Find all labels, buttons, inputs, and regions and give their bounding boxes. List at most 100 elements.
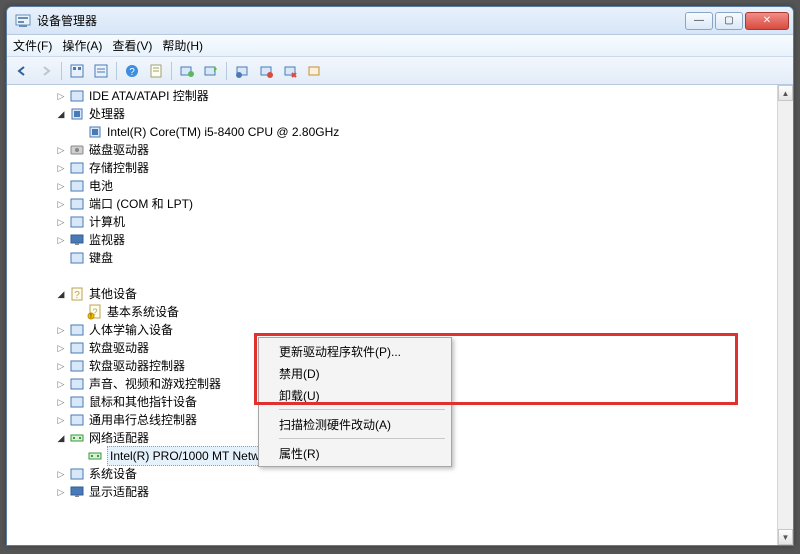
tree-node-label: 其他设备 <box>89 285 137 303</box>
tree-node-label: 系统设备 <box>89 465 137 483</box>
tree-node[interactable]: ◢ 处理器 <box>7 105 777 123</box>
tree-node[interactable]: Intel(R) Core(TM) i5-8400 CPU @ 2.80GHz <box>7 123 777 141</box>
mouse-icon <box>69 394 85 410</box>
chevron-right-icon[interactable]: ▷ <box>55 324 67 336</box>
tree-node-label: 磁盘驱动器 <box>89 141 149 159</box>
ctx-uninstall[interactable]: 卸载(U) <box>261 384 449 406</box>
net-icon <box>69 430 85 446</box>
tree-node[interactable]: ▷ 系统设备 <box>7 465 777 483</box>
tree-node-label: 计算机 <box>89 213 125 231</box>
tree-node[interactable]: ▷ 磁盘驱动器 <box>7 141 777 159</box>
titlebar: 设备管理器 — ▢ ✕ <box>7 7 793 35</box>
chevron-right-icon[interactable]: ▷ <box>55 378 67 390</box>
ctx-scan[interactable]: 扫描检测硬件改动(A) <box>261 413 449 435</box>
unknown-icon: ?! <box>87 304 103 320</box>
tree-node-label: 声音、视频和游戏控制器 <box>89 375 221 393</box>
scan-icon[interactable] <box>176 60 198 82</box>
help-icon[interactable]: ? <box>121 60 143 82</box>
close-button[interactable]: ✕ <box>745 12 789 30</box>
chevron-down-icon[interactable]: ◢ <box>55 288 67 300</box>
hid-icon <box>69 322 85 338</box>
monitor-icon <box>69 232 85 248</box>
chevron-right-icon[interactable]: ▷ <box>55 90 67 102</box>
tree-node-label: 键盘 <box>89 249 113 267</box>
menubar: 文件(F) 操作(A) 查看(V) 帮助(H) <box>7 35 793 57</box>
back-icon[interactable] <box>11 60 33 82</box>
chevron-right-icon[interactable]: ▷ <box>55 234 67 246</box>
scroll-down-icon[interactable]: ▼ <box>778 529 793 545</box>
tree-node[interactable]: 键盘 <box>7 249 777 267</box>
context-menu: 更新驱动程序软件(P)... 禁用(D) 卸载(U) 扫描检测硬件改动(A) 属… <box>258 337 452 467</box>
minimize-button[interactable]: — <box>685 12 713 30</box>
chevron-none <box>37 270 49 282</box>
menu-file[interactable]: 文件(F) <box>13 37 52 54</box>
scroll-up-icon[interactable]: ▲ <box>778 85 793 101</box>
ide-icon <box>69 88 85 104</box>
chevron-down-icon[interactable]: ◢ <box>55 108 67 120</box>
tree-node-label: 端口 (COM 和 LPT) <box>89 195 193 213</box>
tree-node[interactable] <box>7 267 777 285</box>
vertical-scrollbar[interactable]: ▲ ▼ <box>777 85 793 545</box>
chevron-right-icon[interactable]: ▷ <box>55 396 67 408</box>
keyboard-icon <box>69 250 85 266</box>
scan-hw-icon[interactable] <box>200 60 222 82</box>
chevron-right-icon[interactable]: ▷ <box>55 162 67 174</box>
tree-node[interactable]: ▷ 监视器 <box>7 231 777 249</box>
ctx-properties[interactable]: 属性(R) <box>261 442 449 464</box>
chevron-right-icon[interactable]: ▷ <box>55 144 67 156</box>
chevron-right-icon[interactable]: ▷ <box>55 216 67 228</box>
refresh-icon[interactable] <box>90 60 112 82</box>
chevron-right-icon[interactable]: ▷ <box>55 342 67 354</box>
tree-node-label: 监视器 <box>89 231 125 249</box>
uninstall-icon[interactable] <box>279 60 301 82</box>
disk-icon <box>69 142 85 158</box>
tree-node[interactable]: ▷存储控制器 <box>7 159 777 177</box>
tree-node[interactable]: ▷ 电池 <box>7 177 777 195</box>
chevron-down-icon[interactable]: ◢ <box>55 432 67 444</box>
chevron-right-icon[interactable]: ▷ <box>55 360 67 372</box>
tree-node-label: 电池 <box>89 177 113 195</box>
tree-node-label: 基本系统设备 <box>107 303 179 321</box>
cpu-icon <box>87 124 103 140</box>
chevron-right-icon[interactable]: ▷ <box>55 468 67 480</box>
tree-node[interactable]: ?!基本系统设备 <box>7 303 777 321</box>
scroll-track[interactable] <box>778 101 793 529</box>
show-hidden-icon[interactable] <box>66 60 88 82</box>
maximize-button[interactable]: ▢ <box>715 12 743 30</box>
cpu-icon <box>69 106 85 122</box>
svg-text:?: ? <box>129 67 135 78</box>
chevron-none <box>55 252 67 264</box>
toolbar-separator <box>116 62 117 80</box>
menu-action[interactable]: 操作(A) <box>62 37 102 54</box>
menu-help[interactable]: 帮助(H) <box>162 37 203 54</box>
forward-icon[interactable] <box>35 60 57 82</box>
update-driver-icon[interactable] <box>255 60 277 82</box>
chevron-right-icon[interactable]: ▷ <box>55 414 67 426</box>
toolbar-separator <box>61 62 62 80</box>
extra-icon[interactable] <box>303 60 325 82</box>
chevron-right-icon[interactable]: ▷ <box>55 486 67 498</box>
ctx-update-driver[interactable]: 更新驱动程序软件(P)... <box>261 340 449 362</box>
chevron-none <box>73 306 85 318</box>
properties-icon[interactable] <box>145 60 167 82</box>
ctx-disable[interactable]: 禁用(D) <box>261 362 449 384</box>
tree-node[interactable]: ▷ 计算机 <box>7 213 777 231</box>
device-tree[interactable]: ▷IDE ATA/ATAPI 控制器 ◢ 处理器Intel(R) Core(TM) … <box>7 85 777 545</box>
tree-node-label: 处理器 <box>89 105 125 123</box>
add-legacy-icon[interactable] <box>231 60 253 82</box>
chevron-none <box>73 126 85 138</box>
chevron-right-icon[interactable]: ▷ <box>55 180 67 192</box>
tree-node[interactable]: ▷IDE ATA/ATAPI 控制器 <box>7 87 777 105</box>
port-icon <box>69 196 85 212</box>
tree-node[interactable]: ◢?其他设备 <box>7 285 777 303</box>
chevron-right-icon[interactable]: ▷ <box>55 198 67 210</box>
ctx-separator <box>279 409 445 410</box>
tree-node-label: 鼠标和其他指针设备 <box>89 393 197 411</box>
other-icon: ? <box>69 286 85 302</box>
toolbar-separator <box>171 62 172 80</box>
tree-node[interactable]: ▷显示适配器 <box>7 483 777 501</box>
menu-view[interactable]: 查看(V) <box>112 37 152 54</box>
tree-node[interactable]: ▷ 端口 (COM 和 LPT) <box>7 195 777 213</box>
tree-node-label: Intel(R) Core(TM) i5-8400 CPU @ 2.80GHz <box>107 123 339 141</box>
tree-node-label: 软盘驱动器控制器 <box>89 357 185 375</box>
